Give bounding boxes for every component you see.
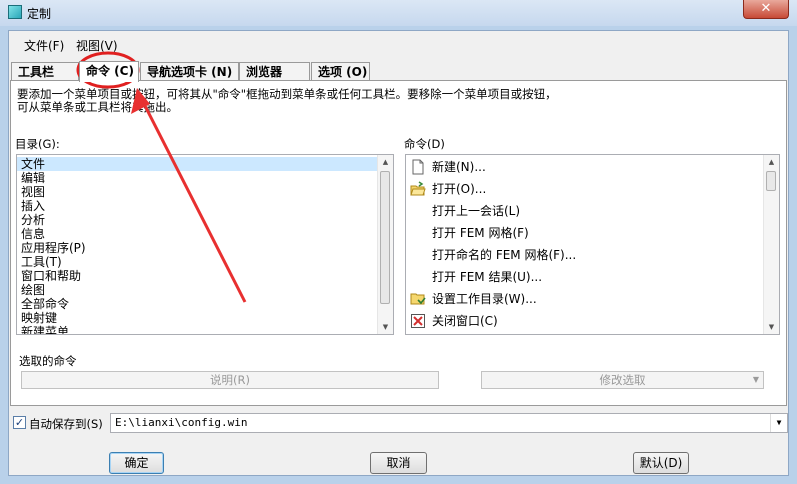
tab-commands[interactable]: 命令 (C) — [79, 61, 139, 82]
annotation-arrow-shaft — [138, 95, 247, 303]
